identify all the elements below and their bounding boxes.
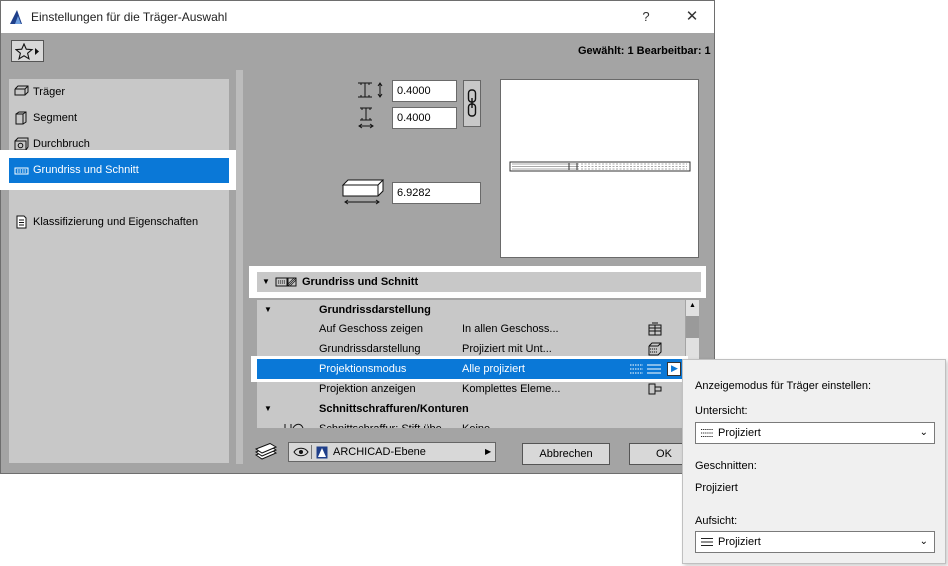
- width-field[interactable]: 0.4000: [392, 107, 457, 129]
- aufsicht-label: Aufsicht:: [695, 515, 738, 527]
- triangle-right-icon: ▶: [671, 363, 678, 373]
- nav-item-grundriss-und-schnitt[interactable]: Grundriss und Schnitt: [9, 158, 229, 183]
- table-row[interactable]: Projektion anzeigen Komplettes Eleme...: [257, 379, 685, 399]
- archicad-layer-icon: [316, 446, 328, 459]
- layer-select[interactable]: ARCHICAD-Ebene ▶: [288, 442, 496, 462]
- scroll-up-icon: ▲: [689, 302, 696, 309]
- stories-icon: [648, 322, 662, 336]
- projection-icon: [648, 342, 662, 356]
- chevron-down-icon: ⌄: [919, 427, 928, 438]
- table-row[interactable]: Auf Geschoss zeigen In allen Geschoss...: [257, 319, 685, 339]
- projection-mode-icon: [630, 364, 661, 374]
- chain-link-icon: [467, 89, 477, 117]
- beam-height-icon: [358, 82, 383, 98]
- complete-element-icon: [648, 383, 662, 395]
- chevron-down-icon: ⌄: [919, 536, 928, 547]
- beam-width-icon: [358, 107, 374, 129]
- segment-icon: [15, 111, 27, 125]
- table-row[interactable]: Schnittschraffur: Stift übe... Keine: [257, 419, 685, 428]
- solid-lines-icon: [701, 538, 713, 546]
- scrollbar-thumb[interactable]: [686, 316, 699, 338]
- section-fill-icon: [284, 423, 304, 428]
- beam-length-icon: [341, 179, 385, 205]
- collapse-arrow-icon: ▼: [262, 277, 270, 286]
- length-field[interactable]: 6.9282: [392, 182, 481, 204]
- geschnitten-label: Geschnitten:: [695, 460, 757, 472]
- section-title: Grundriss und Schnitt: [302, 276, 419, 288]
- group-row[interactable]: ▼ Schnittschraffuren/Konturen: [257, 399, 685, 419]
- expand-arrow-icon: ▼: [264, 305, 272, 314]
- link-dimensions-button[interactable]: [463, 80, 481, 127]
- title-bar: Einstellungen für die Träger-Auswahl ? ✕: [1, 1, 714, 33]
- category-nav: Träger Segment Durchbruch Klassifizierun…: [9, 79, 229, 463]
- cancel-button[interactable]: Abbrechen: [522, 443, 610, 465]
- geschnitten-value: Projiziert: [695, 482, 738, 494]
- nav-item-traeger[interactable]: Träger: [9, 79, 229, 105]
- popup-title: Anzeigemodus für Träger einstellen:: [695, 380, 872, 392]
- section-header[interactable]: ▼ Grundriss und Schnitt: [257, 272, 701, 292]
- eye-icon: [293, 447, 309, 457]
- star-icon: [15, 43, 39, 60]
- splitter[interactable]: [236, 70, 243, 464]
- help-button[interactable]: ?: [635, 7, 657, 27]
- layer-name: ARCHICAD-Ebene: [333, 446, 426, 458]
- height-field[interactable]: 0.4000: [392, 80, 457, 102]
- group-row[interactable]: ▼ Grundrissdarstellung: [257, 300, 685, 320]
- triangle-right-icon: ▶: [485, 447, 492, 456]
- table-row-projektionsmodus[interactable]: Projektionsmodus Alle projiziert: [257, 359, 685, 379]
- floor-plan-section-icon: [275, 277, 297, 287]
- dotted-lines-icon: [701, 429, 713, 437]
- floor-plan-icon: [14, 167, 29, 175]
- expand-arrow-icon: ▼: [264, 404, 272, 413]
- aufsicht-select[interactable]: Projiziert ⌄: [695, 531, 935, 553]
- window-title: Einstellungen für die Träger-Auswahl: [31, 10, 228, 24]
- nav-item-segment[interactable]: Segment: [9, 105, 229, 131]
- beam-preview: [500, 79, 699, 258]
- close-button[interactable]: ✕: [681, 7, 703, 27]
- layers-icon: [254, 443, 278, 460]
- archicad-logo-icon: [10, 10, 22, 24]
- beam-preview-drawing: [509, 161, 691, 172]
- selection-info: Gewählt: 1 Bearbeitbar: 1: [578, 45, 711, 57]
- projection-mode-popup: Anzeigemodus für Träger einstellen: Unte…: [682, 359, 946, 564]
- popup-open-button[interactable]: ▶: [667, 362, 681, 376]
- untersicht-select[interactable]: Projiziert ⌄: [695, 422, 935, 444]
- favorites-button[interactable]: [11, 40, 44, 62]
- opening-icon: [14, 137, 29, 151]
- document-icon: [16, 215, 27, 229]
- nav-item-klassifizierung[interactable]: Klassifizierung und Eigenschaften: [9, 209, 229, 235]
- beam-icon: [14, 85, 29, 96]
- untersicht-label: Untersicht:: [695, 405, 748, 417]
- divider: [311, 445, 312, 459]
